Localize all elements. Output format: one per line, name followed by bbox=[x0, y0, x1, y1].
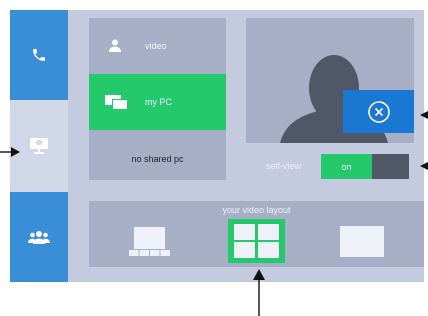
group-icon bbox=[28, 231, 50, 244]
share-option-my-pc-label: my PC bbox=[145, 97, 172, 107]
video-layout-title: your video layout bbox=[222, 205, 291, 215]
phone-icon bbox=[33, 49, 45, 61]
right-arrow-icon-top bbox=[420, 111, 428, 119]
close-circle-icon bbox=[367, 100, 390, 123]
video-layout-card: your video layout bbox=[89, 201, 424, 267]
close-video-button[interactable] bbox=[343, 90, 414, 133]
layout-grid-icon bbox=[234, 224, 279, 258]
toggle-off-segment bbox=[372, 154, 409, 179]
rail-phone-button[interactable] bbox=[10, 10, 68, 100]
person-icon bbox=[109, 39, 121, 52]
no-shared-pc-text: no shared pc bbox=[131, 154, 184, 164]
share-source-card: video my PC no shared pc bbox=[89, 18, 226, 180]
layout-grid-option[interactable] bbox=[228, 219, 285, 263]
layout-filmstrip-icon[interactable] bbox=[129, 227, 171, 257]
layout-single-icon[interactable] bbox=[340, 226, 384, 257]
pc-windows-icon bbox=[105, 95, 128, 110]
share-option-my-pc[interactable]: my PC bbox=[89, 74, 226, 130]
self-view-label: self-view bbox=[266, 161, 302, 171]
share-option-video[interactable]: video bbox=[89, 18, 226, 74]
up-arrow-icon bbox=[253, 269, 265, 316]
left-arrow-icon bbox=[0, 147, 20, 157]
self-view-toggle[interactable]: on bbox=[321, 154, 409, 179]
right-arrow-icon-bottom bbox=[420, 162, 428, 170]
share-option-video-label: video bbox=[145, 41, 167, 51]
self-view-state: on bbox=[321, 154, 372, 179]
rail-group-button[interactable] bbox=[10, 192, 68, 282]
screen-share-icon bbox=[30, 138, 48, 154]
